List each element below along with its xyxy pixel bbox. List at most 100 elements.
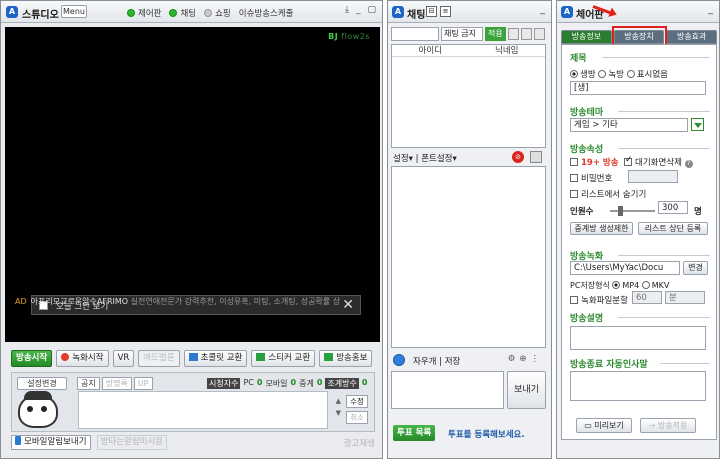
send-button[interactable]: 보내기: [507, 371, 546, 409]
chat-icon-b[interactable]: [520, 28, 532, 40]
video-preview: BJ flow2s 오늘 그만 보기 ✕: [5, 27, 380, 342]
chat-icon-c[interactable]: [533, 28, 545, 40]
preview-button[interactable]: ▭ 미리보기: [576, 418, 632, 433]
viewers-label: 인원수: [570, 207, 594, 217]
studio-window: A 스튜디오 Menu 제어판 채팅 쇼핑 이슈방송스케줄 ⤓ _ ▢ BJ f…: [0, 0, 383, 459]
vr-button[interactable]: VR: [112, 350, 135, 367]
minimize-icon[interactable]: _: [708, 4, 713, 15]
split-record-checkbox[interactable]: 녹화파일분할: [570, 294, 628, 306]
link-issue-schedule[interactable]: 이슈방송스케줄: [239, 7, 294, 19]
divider: [602, 57, 710, 58]
tab-broadcast-info[interactable]: 방송정보: [561, 30, 612, 44]
chat-user-list[interactable]: 아이디 닉네임: [391, 44, 546, 148]
chat-settings-menus[interactable]: 설정▾ | 폰트설정▾: [393, 152, 457, 164]
tab-notice[interactable]: 공지: [77, 377, 100, 390]
cancel-button[interactable]: 취소: [346, 411, 368, 424]
relay-limit-button[interactable]: 중계방 생성제한: [570, 222, 633, 235]
record-path-input[interactable]: C:\Users\MyYac\Docu: [570, 261, 680, 275]
start-broadcast-button[interactable]: 방송시작: [11, 350, 53, 367]
status-dot-icon: [127, 9, 135, 17]
section-attributes-label: 방송속성: [570, 145, 604, 155]
notice-textarea[interactable]: [78, 391, 328, 429]
chat-erase-save[interactable]: 자우개 | 저장: [413, 355, 460, 367]
tab-guestbook[interactable]: 방명록: [101, 377, 132, 390]
status-dot-icon: [204, 9, 213, 17]
adult-checkbox[interactable]: 19+ 방송: [570, 156, 619, 168]
chat-input[interactable]: [391, 371, 504, 409]
menu-button[interactable]: Menu: [61, 5, 87, 18]
afreeca-logo-icon: A: [392, 6, 404, 18]
studio-title: 스튜디오: [22, 10, 59, 21]
scroll-arrows-icon[interactable]: ▲ ▼: [336, 395, 341, 419]
slider-knob[interactable]: [618, 206, 623, 216]
end-greeting-textarea[interactable]: [570, 371, 706, 401]
viewers-slider[interactable]: [610, 206, 655, 216]
maximize-icon[interactable]: ▢: [367, 5, 376, 15]
viewers-input[interactable]: 300: [658, 201, 688, 214]
minimize-icon[interactable]: _: [356, 5, 361, 15]
sticker-exchange-button[interactable]: 스티커 교환: [251, 350, 316, 367]
vote-register-link[interactable]: 투표를 등록해보세요.: [448, 428, 525, 440]
apply-broadcast-button[interactable]: ⇢ 방송적용: [640, 418, 696, 433]
download-icon[interactable]: ⤓: [345, 5, 349, 15]
chat-filter-select[interactable]: 채팅 금지: [441, 27, 483, 41]
chat-option-icons[interactable]: ⚙⊕⋮: [508, 354, 543, 364]
ad-ticker[interactable]: AD 아프리모교로운앙수AFRIMO 실전연애전문가 강력추천, 이성유혹, 미팅…: [15, 296, 370, 307]
chocolate-exchange-button[interactable]: 초콜릿 교환: [183, 350, 248, 367]
chocolate-icon: [188, 353, 198, 361]
tab-up[interactable]: UP: [133, 377, 153, 390]
emoticon-icon[interactable]: [393, 354, 405, 366]
chat-filter-input[interactable]: [391, 27, 439, 41]
chat-input-toolbar: 자우개 | 저장 ⚙⊕⋮: [391, 354, 546, 368]
link-control-panel[interactable]: 제어판: [127, 7, 161, 19]
chevron-down-icon[interactable]: [691, 118, 704, 131]
grid-icon[interactable]: [530, 151, 542, 163]
control-panel-titlebar: A 체어판 _: [557, 1, 719, 23]
adballoon-button[interactable]: 애드벌룬: [138, 350, 180, 367]
password-checkbox[interactable]: 비밀번호: [570, 172, 612, 184]
vote-list-button[interactable]: 투표 목록: [393, 425, 436, 441]
split-unit-select[interactable]: 분: [665, 291, 705, 304]
waiting-screen-checkbox[interactable]: 대기화면삭제 ?: [624, 155, 693, 168]
link-chat[interactable]: 채팅: [169, 7, 196, 19]
chat-icon-a[interactable]: [507, 28, 519, 40]
radio-live[interactable]: 생방: [570, 70, 596, 80]
mobile-alert-button[interactable]: 모바일알림보내기: [11, 435, 91, 450]
record-button[interactable]: 녹화시작: [56, 350, 109, 367]
radio-mp4[interactable]: MP4: [612, 281, 639, 290]
settings-change-button[interactable]: 설정변경: [17, 377, 67, 390]
tab-broadcast-effects[interactable]: 방송효과: [666, 30, 718, 44]
broadcast-promo-button[interactable]: 방송홍보: [319, 350, 373, 367]
radio-mkv[interactable]: MKV: [641, 281, 669, 290]
chat-filter-apply-button[interactable]: 적용: [485, 27, 506, 41]
no-chat-icon[interactable]: ⊘: [512, 151, 524, 163]
change-path-button[interactable]: 변경: [683, 261, 708, 275]
status-dot-icon: [169, 9, 178, 17]
radio-none[interactable]: 표시없음: [626, 70, 668, 80]
password-input[interactable]: [628, 170, 678, 183]
alert-disabled-button[interactable]: 방타는알림미시용: [96, 435, 168, 450]
theme-select[interactable]: 게임 > 기타: [570, 118, 688, 132]
info-icon[interactable]: ?: [684, 160, 693, 168]
section-end-greeting-label: 방송종료 자동인사말: [570, 360, 648, 370]
chat-window: A 채팅 ⊟ ≡ _ 채팅 금지 적용 아이디 닉네임 설정▾ | 폰트설정▾ …: [387, 0, 552, 459]
viewer-stats: 시청자수 PC 0 모바일 0 중계 0 조계방수 0: [207, 378, 368, 389]
afreeca-logo-icon: A: [561, 6, 573, 18]
split-minutes-input[interactable]: 60: [632, 291, 662, 304]
viewers-unit: 명: [694, 207, 702, 217]
description-textarea[interactable]: [570, 326, 706, 350]
link-shopping[interactable]: 쇼핑: [204, 7, 231, 19]
ad-replay-link[interactable]: 광고재생: [344, 437, 375, 449]
edit-button[interactable]: 수정: [346, 395, 368, 408]
chat-messages[interactable]: [391, 166, 546, 348]
list-top-button[interactable]: 리스트 상단 등록: [638, 222, 708, 235]
minimize-icon[interactable]: _: [540, 4, 545, 15]
hide-from-list-checkbox[interactable]: 리스트에서 숨기기: [570, 188, 646, 200]
divider: [618, 111, 710, 112]
layout-icon[interactable]: ⊟: [426, 6, 437, 17]
control-panel-window: A 체어판 _ 방송정보 방송장치 방송효과 제목 생방 녹방 표시없음 [생]…: [556, 0, 720, 459]
chat-user-list-header: 아이디 닉네임: [392, 45, 545, 57]
broadcast-title-input[interactable]: [생]: [570, 81, 706, 95]
settings-sliders-icon[interactable]: ≡: [440, 6, 451, 17]
radio-recorded[interactable]: 녹방: [598, 70, 624, 80]
